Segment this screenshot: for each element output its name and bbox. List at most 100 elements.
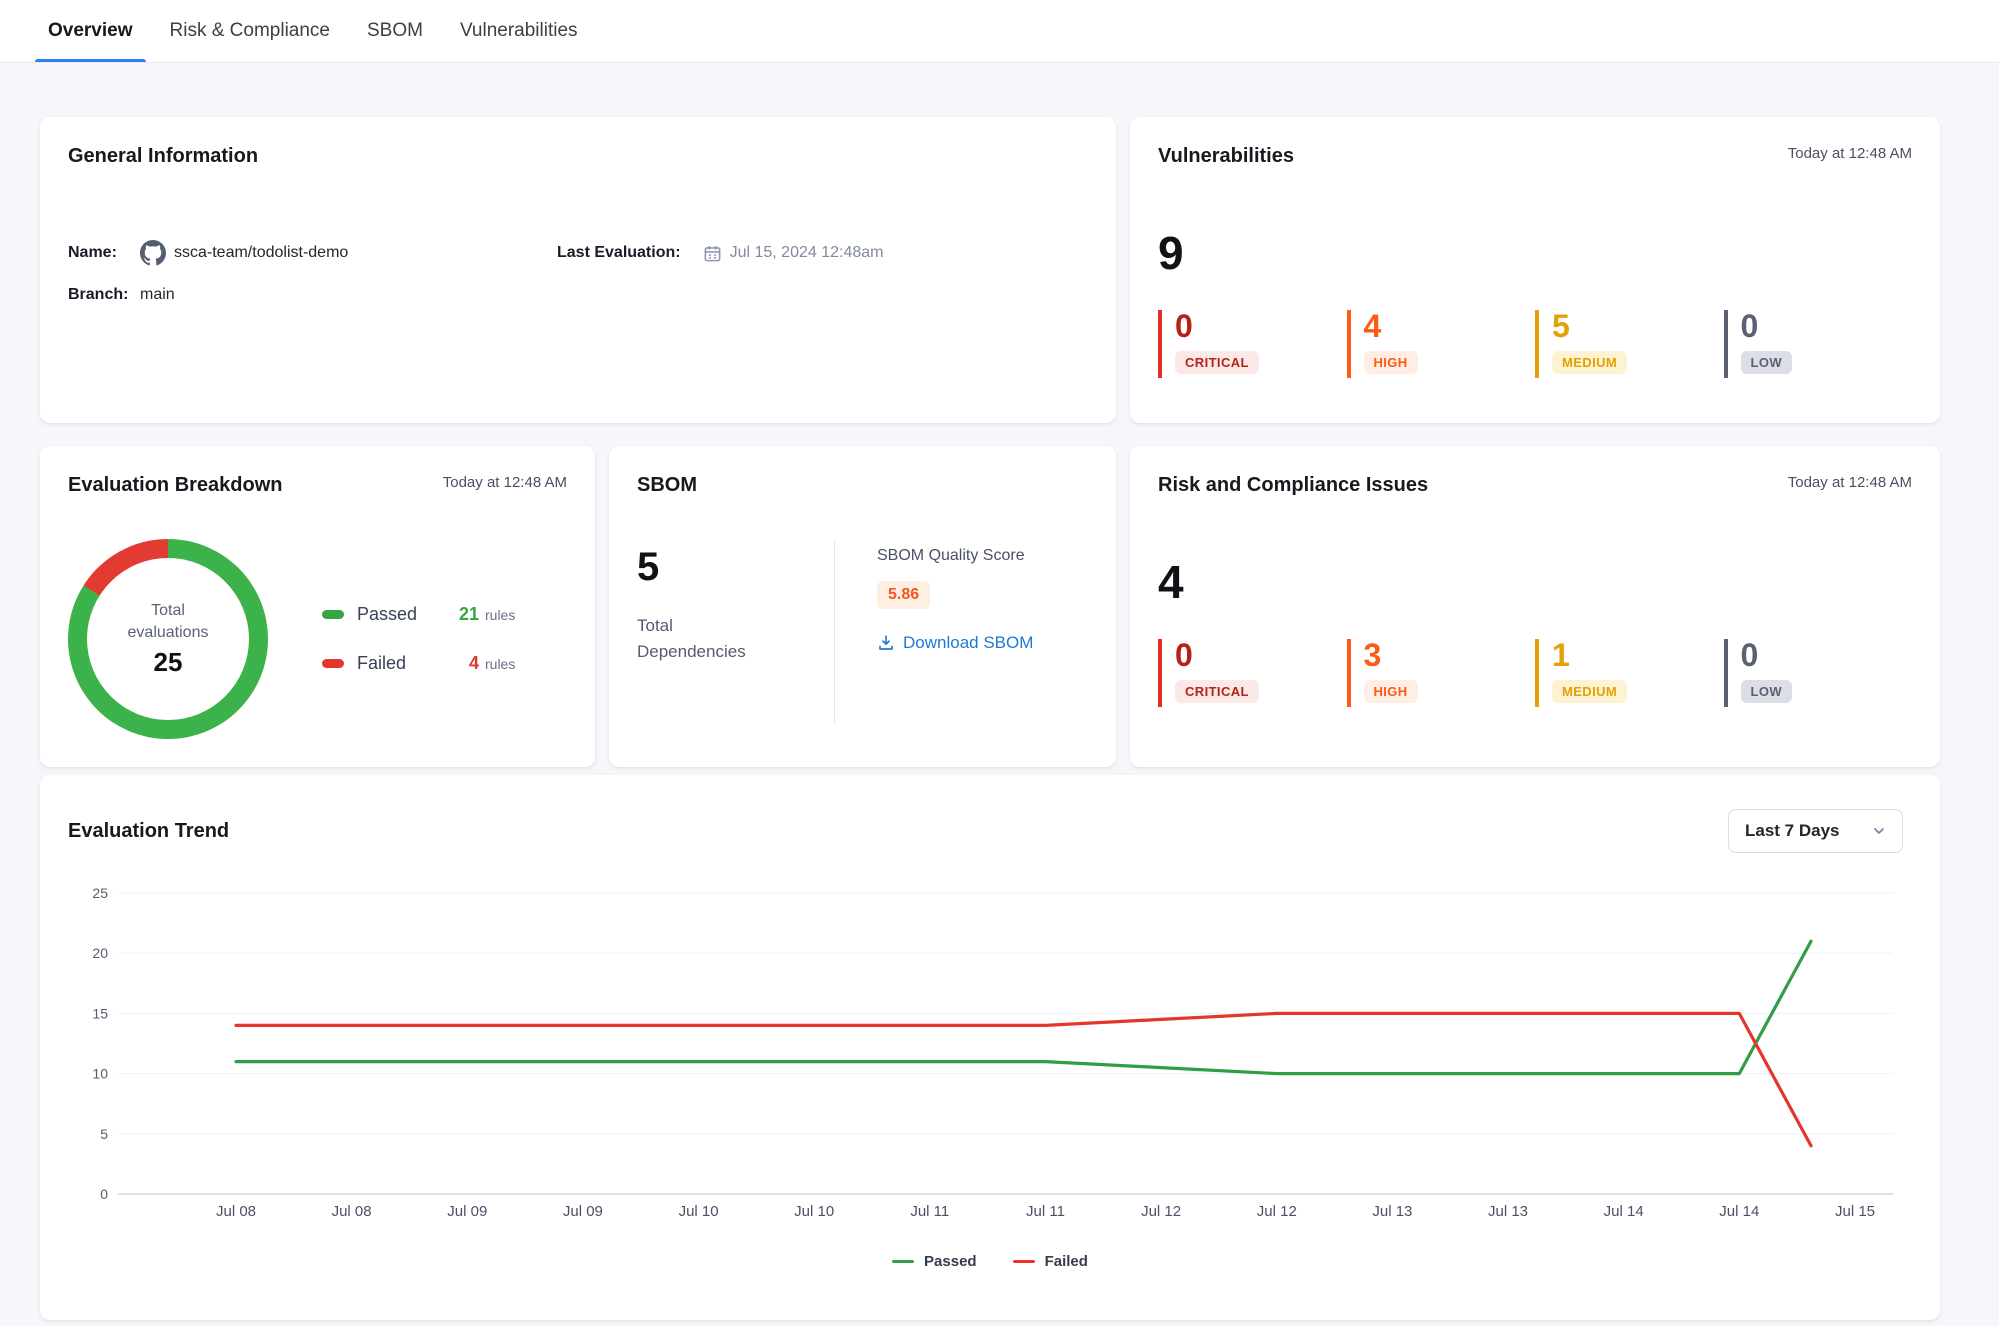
x-tick-label: Jul 10 — [679, 1203, 719, 1220]
tab-overview[interactable]: Overview — [48, 0, 133, 62]
last-evaluation-value: Jul 15, 2024 12:48am — [730, 244, 884, 262]
y-tick-label: 0 — [100, 1186, 108, 1202]
breakdown-legend: Passed 21 rules Failed 4 rules — [322, 604, 515, 674]
risk-severity-critical: 0 CRITICAL — [1158, 639, 1347, 707]
trend-passed-label: Passed — [924, 1253, 977, 1270]
download-icon — [877, 634, 895, 652]
vulnerabilities-severity-row: 0 CRITICAL 4 HIGH 5 MEDIUM 0 LOW — [1158, 310, 1912, 378]
vulnerabilities-total: 9 — [1158, 230, 1912, 276]
vulnerabilities-card: Vulnerabilities Today at 12:48 AM 9 0 CR… — [1130, 117, 1940, 423]
x-tick-label: Jul 13 — [1372, 1203, 1412, 1220]
risk-compliance-timestamp: Today at 12:48 AM — [1788, 474, 1912, 491]
legend-row-failed: Failed 4 rules — [322, 653, 515, 674]
repo-name-row: Name: ssca-team/todolist-demo — [68, 240, 557, 266]
download-sbom-label: Download SBOM — [903, 633, 1033, 653]
github-icon — [140, 240, 166, 266]
risk-severity-high: 3 HIGH — [1347, 639, 1536, 707]
vuln-high-badge: HIGH — [1364, 351, 1418, 374]
y-tick-label: 5 — [100, 1126, 108, 1142]
trend-legend-failed: Failed — [1013, 1253, 1088, 1270]
failed-pill-icon — [322, 659, 344, 668]
x-tick-label: Jul 10 — [794, 1203, 834, 1220]
passed-rules-count: 21 — [453, 604, 479, 625]
passed-rules-unit: rules — [485, 607, 515, 623]
vuln-critical-count: 0 — [1175, 310, 1347, 342]
risk-severity-medium: 1 MEDIUM — [1535, 639, 1724, 707]
failed-line-swatch — [1013, 1260, 1035, 1264]
evaluation-trend-chart: 2520151050Jul 08Jul 08Jul 09Jul 09Jul 10… — [40, 860, 1940, 1250]
branch-label: Branch: — [68, 286, 140, 304]
active-tab-underline — [35, 59, 146, 62]
vuln-medium-badge: MEDIUM — [1552, 351, 1627, 374]
top-tab-bar: Overview Risk & Compliance SBOM Vulnerab… — [0, 0, 1999, 63]
download-sbom-link[interactable]: Download SBOM — [877, 633, 1033, 653]
y-tick-label: 20 — [92, 945, 108, 961]
general-information-title: General Information — [68, 145, 1088, 168]
trend-failed-label: Failed — [1045, 1253, 1088, 1270]
x-tick-label: Jul 08 — [332, 1203, 372, 1220]
vuln-severity-high: 4 HIGH — [1347, 310, 1536, 378]
risk-high-count: 3 — [1364, 639, 1536, 671]
tab-vulnerabilities-label: Vulnerabilities — [460, 20, 578, 42]
vuln-medium-count: 5 — [1552, 310, 1724, 342]
failed-rules-unit: rules — [485, 656, 515, 672]
risk-high-badge: HIGH — [1364, 680, 1418, 703]
evaluation-breakdown-title: Evaluation Breakdown — [68, 474, 283, 497]
risk-low-badge: LOW — [1741, 680, 1793, 703]
evaluations-donut-chart: Total evaluations 25 — [68, 539, 268, 739]
risk-compliance-title: Risk and Compliance Issues — [1158, 474, 1428, 497]
sbom-quality-score-value: 5.86 — [877, 581, 930, 609]
x-tick-label: Jul 09 — [447, 1203, 487, 1220]
date-range-value: Last 7 Days — [1745, 821, 1840, 841]
legend-row-passed: Passed 21 rules — [322, 604, 515, 625]
name-label: Name: — [68, 244, 140, 262]
evaluation-trend-card: Evaluation Trend Last 7 Days 2520151050J… — [40, 775, 1940, 1320]
branch-row: Branch: main — [68, 286, 557, 304]
x-tick-label: Jul 11 — [1026, 1203, 1065, 1220]
chevron-down-icon — [1872, 824, 1886, 838]
donut-center-value: 25 — [154, 647, 183, 678]
vuln-low-badge: LOW — [1741, 351, 1793, 374]
date-range-dropdown[interactable]: Last 7 Days — [1728, 809, 1903, 853]
sbom-card: SBOM 5 Total Dependencies SBOM Quality S… — [609, 446, 1116, 767]
passed-line — [236, 941, 1811, 1073]
tab-risk-compliance[interactable]: Risk & Compliance — [170, 0, 331, 62]
risk-critical-count: 0 — [1175, 639, 1347, 671]
tab-vulnerabilities[interactable]: Vulnerabilities — [460, 0, 578, 62]
failed-legend-label: Failed — [357, 653, 453, 674]
x-tick-label: Jul 14 — [1719, 1203, 1759, 1220]
vuln-critical-badge: CRITICAL — [1175, 351, 1259, 374]
risk-medium-badge: MEDIUM — [1552, 680, 1627, 703]
dashboard-content: General Information Name: ssca-team/todo… — [0, 63, 1999, 1320]
passed-legend-label: Passed — [357, 604, 453, 625]
repo-name-value: ssca-team/todolist-demo — [174, 244, 348, 262]
x-tick-label: Jul 08 — [216, 1203, 256, 1220]
total-dependencies-count: 5 — [637, 547, 834, 587]
x-tick-label: Jul 13 — [1488, 1203, 1528, 1220]
donut-center-label: Total evaluations — [113, 600, 223, 643]
tab-sbom[interactable]: SBOM — [367, 0, 423, 62]
tab-overview-label: Overview — [48, 20, 133, 42]
x-tick-label: Jul 15 — [1835, 1203, 1875, 1220]
last-evaluation-row: Last Evaluation: Jul 15, 2024 12:48am — [557, 240, 1088, 266]
general-information-card: General Information Name: ssca-team/todo… — [40, 117, 1116, 423]
x-tick-label: Jul 14 — [1604, 1203, 1644, 1220]
x-tick-label: Jul 09 — [563, 1203, 603, 1220]
passed-line-swatch — [892, 1260, 914, 1264]
trend-legend-passed: Passed — [892, 1253, 977, 1270]
x-tick-label: Jul 12 — [1257, 1203, 1297, 1220]
tab-sbom-label: SBOM — [367, 20, 423, 42]
risk-compliance-card: Risk and Compliance Issues Today at 12:4… — [1130, 446, 1940, 767]
vuln-high-count: 4 — [1364, 310, 1536, 342]
vulnerabilities-title: Vulnerabilities — [1158, 145, 1294, 168]
calendar-icon — [703, 244, 722, 263]
x-tick-label: Jul 11 — [910, 1203, 949, 1220]
vuln-low-count: 0 — [1741, 310, 1913, 342]
total-dependencies-label: Total Dependencies — [637, 613, 767, 664]
donut-center: Total evaluations 25 — [87, 558, 249, 720]
risk-low-count: 0 — [1741, 639, 1913, 671]
risk-severity-low: 0 LOW — [1724, 639, 1913, 707]
x-tick-label: Jul 12 — [1141, 1203, 1181, 1220]
risk-issues-total: 4 — [1158, 559, 1912, 605]
failed-rules-count: 4 — [453, 653, 479, 674]
